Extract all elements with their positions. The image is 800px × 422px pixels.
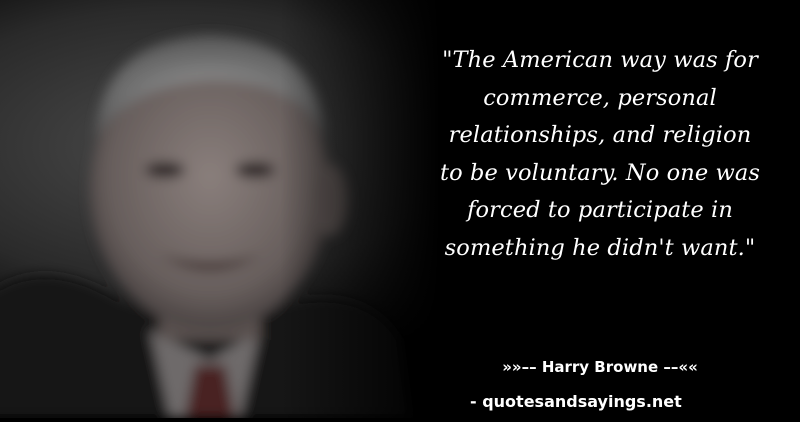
quote-line: commerce, personal <box>483 84 717 111</box>
quote-author: »»–– Harry Browne ––«« <box>502 358 698 376</box>
quote-line: "The American way was for <box>442 47 758 73</box>
quote-text: "The American way was for commerce, pers… <box>420 42 780 267</box>
quote-line: something he didn't want." <box>444 234 756 261</box>
source-watermark: - quotesandsayings.net <box>470 392 682 411</box>
quote-line: forced to participate in <box>467 197 733 223</box>
quote-line: to be voluntary. No one was <box>439 159 761 186</box>
quote-line: relationships, and religion <box>448 122 752 148</box>
